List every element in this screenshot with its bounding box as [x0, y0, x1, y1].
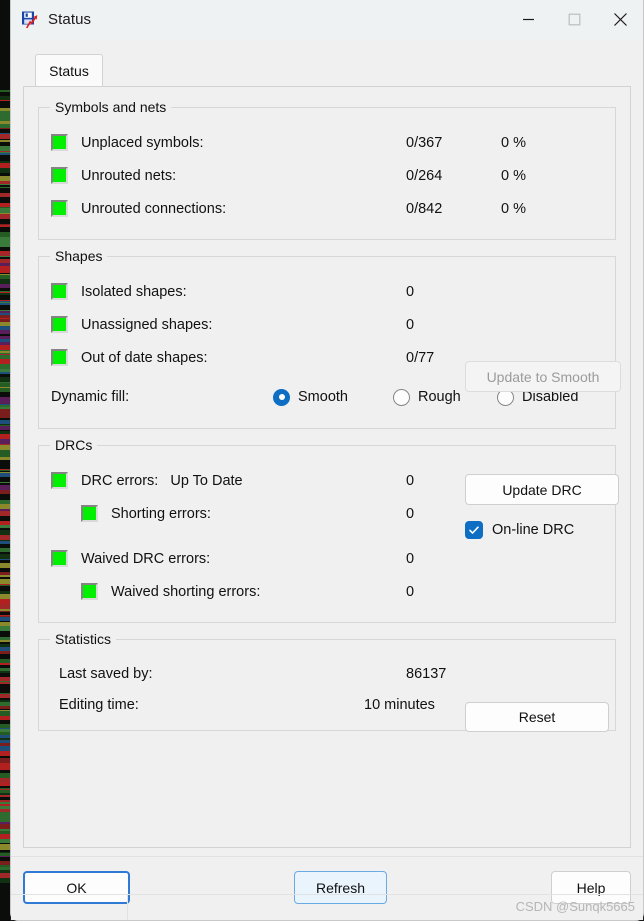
status-indicator-icon: [51, 316, 68, 333]
status-indicator-icon: [81, 505, 98, 522]
group-shapes-title: Shapes: [50, 248, 107, 264]
reset-button[interactable]: Reset: [465, 702, 609, 732]
row-percent: 0 %: [501, 135, 526, 151]
status-dialog-window: Status Status Symbols and nets Unplaced …: [10, 0, 644, 921]
radio-dynamic-fill-rough[interactable]: Rough: [393, 389, 461, 406]
row-value: 86137: [406, 666, 446, 682]
row-unrouted-nets: Unrouted nets: 0/264 0 %: [51, 159, 603, 192]
tab-status[interactable]: Status: [35, 54, 103, 86]
update-to-smooth-label: Update to Smooth: [487, 369, 600, 385]
row-unrouted-connections: Unrouted connections: 0/842 0 %: [51, 192, 603, 225]
status-indicator-icon: [81, 583, 98, 600]
row-value: 0: [406, 473, 414, 489]
update-to-smooth-button[interactable]: Update to Smooth: [465, 361, 621, 392]
row-label: Unrouted connections:: [81, 201, 226, 217]
status-line: CSDN @Sunqk5665: [11, 894, 643, 920]
tab-strip: Status: [23, 54, 631, 86]
close-icon[interactable]: [597, 0, 643, 40]
group-shapes: Shapes Isolated shapes: 0 Unassigned sha…: [38, 256, 616, 429]
row-label: Waived shorting errors:: [111, 584, 260, 600]
status-line-divider: [127, 895, 128, 920]
radio-selected-icon: [273, 389, 290, 406]
group-drcs-title: DRCs: [50, 437, 97, 453]
row-label: Isolated shapes:: [81, 284, 187, 300]
row-value: 10 minutes: [364, 697, 435, 713]
row-isolated-shapes: Isolated shapes: 0: [51, 275, 603, 308]
row-value: 0: [406, 317, 414, 333]
row-label: DRC errors:: [81, 473, 158, 489]
checkbox-checked-icon: [465, 521, 483, 539]
radio-label: Smooth: [298, 389, 348, 405]
radio-label: Rough: [418, 389, 461, 405]
row-value: 0/842: [406, 201, 442, 217]
radio-unselected-icon: [393, 389, 410, 406]
row-last-saved-by: Last saved by: 86137: [51, 658, 603, 689]
row-value: 0/367: [406, 135, 442, 151]
row-label: Last saved by:: [59, 666, 153, 682]
tab-status-label: Status: [49, 63, 89, 79]
status-indicator-icon: [51, 200, 68, 217]
status-indicator-icon: [51, 472, 68, 489]
row-label: Unassigned shapes:: [81, 317, 212, 333]
group-symbols-and-nets: Symbols and nets Unplaced symbols: 0/367…: [38, 107, 616, 240]
row-unassigned-shapes: Unassigned shapes: 0: [51, 308, 603, 341]
row-label: Shorting errors:: [111, 506, 211, 522]
pcb-editor-icon: [21, 11, 39, 29]
window-title: Status: [48, 11, 505, 28]
group-statistics-title: Statistics: [50, 631, 116, 647]
row-percent: 0 %: [501, 201, 526, 217]
row-value: 0: [406, 584, 414, 600]
status-indicator-icon: [51, 550, 68, 567]
online-drc-label: On-line DRC: [492, 522, 574, 538]
group-drcs: DRCs DRC errors: Up To Date 0 Shorting e…: [38, 445, 616, 623]
row-value: 0: [406, 551, 414, 567]
radio-dynamic-fill-smooth[interactable]: Smooth: [273, 389, 348, 406]
dynamic-fill-label: Dynamic fill:: [51, 389, 129, 405]
status-indicator-icon: [51, 349, 68, 366]
row-unplaced-symbols: Unplaced symbols: 0/367 0 %: [51, 126, 603, 159]
drc-status-text: Up To Date: [170, 473, 242, 489]
online-drc-checkbox[interactable]: On-line DRC: [465, 521, 574, 539]
row-value: 0/77: [406, 350, 434, 366]
group-statistics: Statistics Last saved by: 86137 Editing …: [38, 639, 616, 731]
row-label: Waived DRC errors:: [81, 551, 210, 567]
row-value: 0/264: [406, 168, 442, 184]
tab-page-status: Symbols and nets Unplaced symbols: 0/367…: [23, 86, 631, 848]
group-symbols-and-nets-title: Symbols and nets: [50, 99, 171, 115]
update-drc-label: Update DRC: [502, 482, 581, 498]
row-value: 0: [406, 506, 414, 522]
background-app-strip: [0, 0, 10, 921]
dialog-button-bar: OK Refresh Help CSDN @Sunqk5665: [11, 856, 643, 920]
watermark-text: CSDN @Sunqk5665: [516, 899, 635, 914]
status-indicator-icon: [51, 134, 68, 151]
maximize-icon[interactable]: [551, 0, 597, 40]
row-waived-shorting-errors: Waived shorting errors: 0: [51, 575, 603, 608]
row-value: 0: [406, 284, 414, 300]
status-indicator-icon: [51, 167, 68, 184]
row-label: Unplaced symbols:: [81, 135, 204, 151]
row-label: Unrouted nets:: [81, 168, 176, 184]
row-label: Out of date shapes:: [81, 350, 208, 366]
row-percent: 0 %: [501, 168, 526, 184]
row-waived-drc-errors: Waived DRC errors: 0: [51, 542, 603, 575]
minimize-icon[interactable]: [505, 0, 551, 40]
dialog-client-area: Status Symbols and nets Unplaced symbols…: [11, 40, 643, 920]
row-label: Editing time:: [59, 697, 139, 713]
status-indicator-icon: [51, 283, 68, 300]
reset-label: Reset: [519, 709, 556, 725]
update-drc-button[interactable]: Update DRC: [465, 474, 619, 505]
title-bar: Status: [11, 0, 643, 40]
